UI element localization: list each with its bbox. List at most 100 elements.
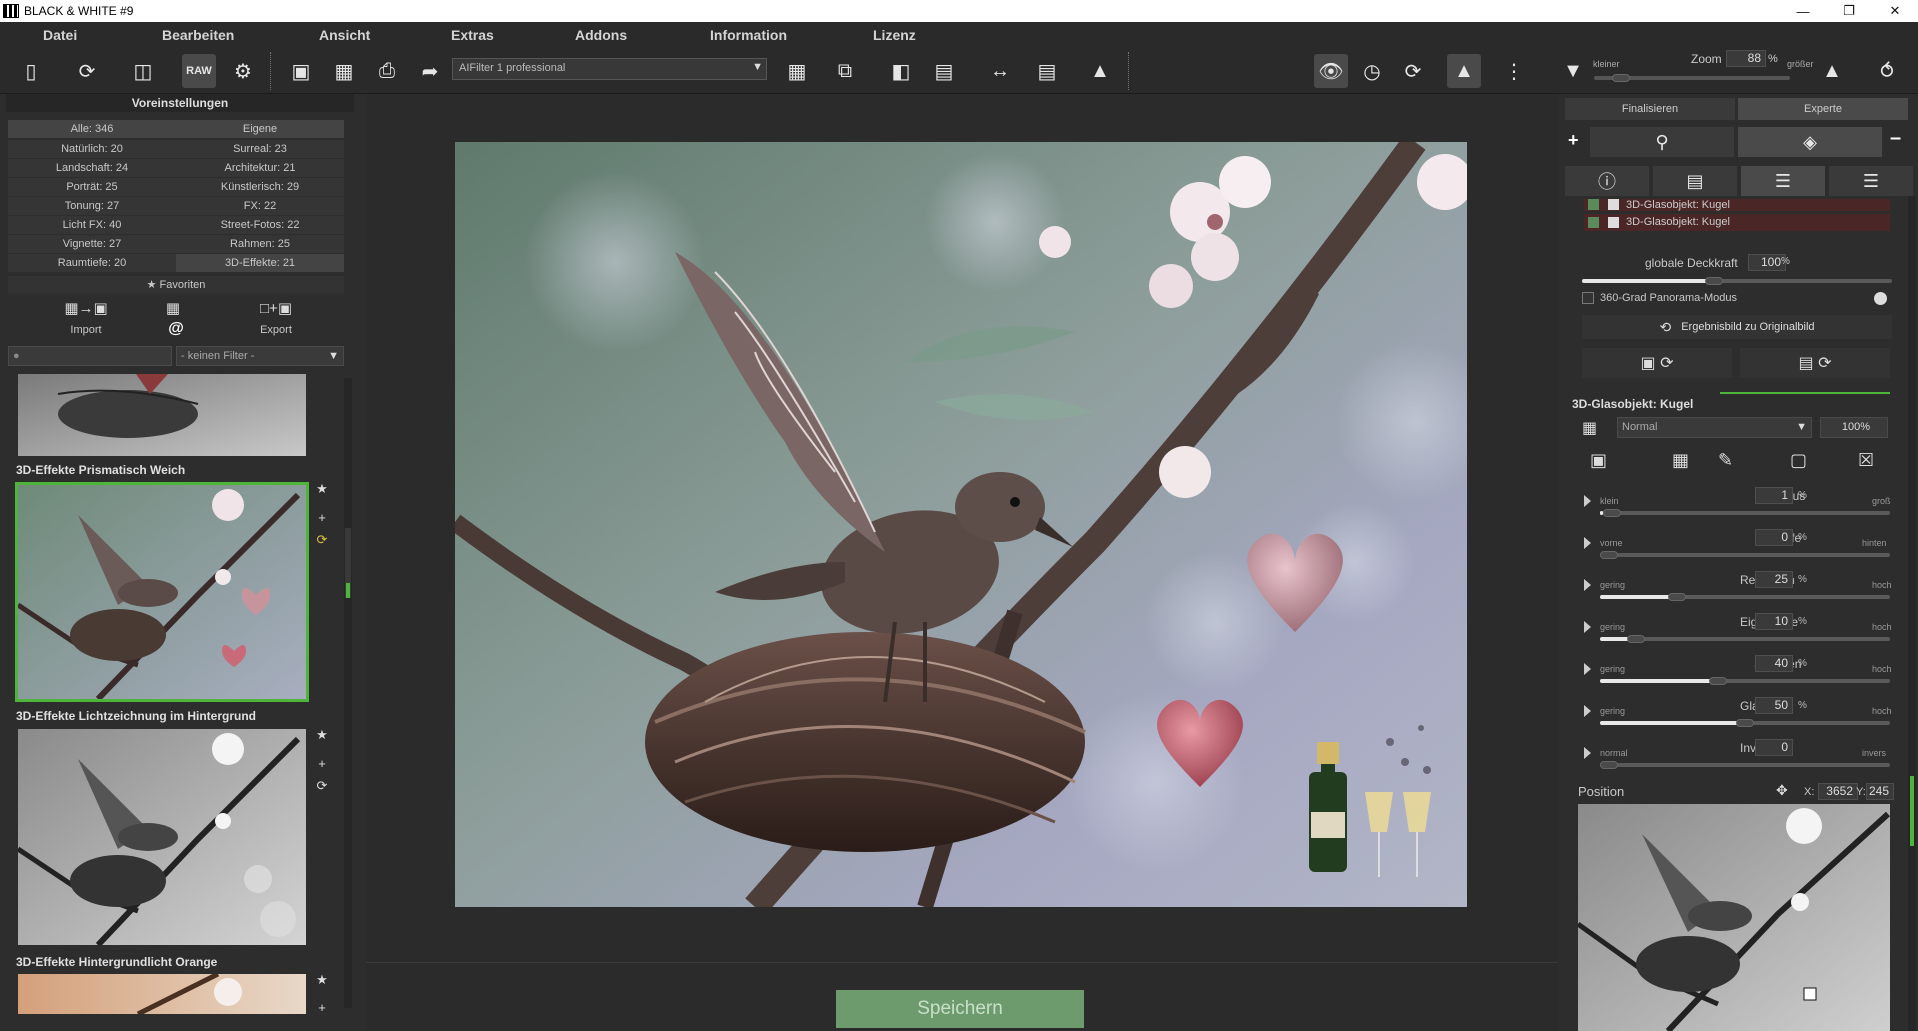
compare-icon[interactable]: ◧ — [884, 54, 918, 88]
plus-icon[interactable]: + — [314, 756, 330, 771]
param-slider-knob[interactable] — [1736, 719, 1754, 727]
edit-mask-icon[interactable]: ✎ — [1718, 450, 1733, 471]
import-icon[interactable]: ▦→▣ — [46, 299, 126, 317]
search-effect-button[interactable]: ⚲ — [1590, 127, 1734, 157]
expand-triangle-icon[interactable] — [1584, 705, 1591, 717]
category-vignette[interactable]: Vignette: 27 — [8, 235, 176, 253]
import-button[interactable]: Import — [53, 324, 119, 336]
minimize-icon[interactable]: — — [1780, 0, 1826, 22]
delete-mask-icon[interactable]: ☒ — [1858, 450, 1874, 471]
zoom-value[interactable]: 88 — [1726, 50, 1766, 67]
star-icon[interactable]: ★ — [314, 727, 330, 743]
histogram-icon[interactable]: ▲ — [1083, 54, 1117, 88]
layer-item[interactable]: 3D-Glasobjekt: Kugel — [1584, 214, 1890, 231]
tab-finalisieren[interactable]: Finalisieren — [1565, 98, 1735, 120]
param-slider-knob[interactable] — [1708, 677, 1727, 685]
category-all[interactable]: Alle: 346 — [8, 120, 176, 138]
expand-triangle-icon[interactable] — [1584, 495, 1591, 507]
preset-thumbnail[interactable] — [18, 729, 306, 945]
ai-filter-select[interactable]: AIFilter 1 professional ▼ — [452, 58, 767, 80]
main-image[interactable] — [455, 142, 1467, 907]
settings-scrollbar[interactable] — [1908, 196, 1916, 1031]
layer-visibility-checkbox[interactable] — [1588, 199, 1599, 210]
zoom-slider-knob[interactable] — [1612, 74, 1630, 82]
mask-image-icon[interactable]: ▣ — [1590, 450, 1607, 471]
panorama-radio[interactable] — [1874, 292, 1887, 305]
save-as-icon[interactable]: ▦ — [327, 54, 361, 88]
effect-type-button[interactable]: ◈ — [1738, 127, 1882, 157]
document-button[interactable]: ▤ — [1653, 166, 1737, 196]
category-architektur[interactable]: Architektur: 21 — [176, 159, 344, 177]
plus-icon[interactable]: + — [314, 510, 330, 525]
info-card-icon[interactable]: ▤ — [1030, 54, 1064, 88]
refresh-icon[interactable]: ⟳ — [314, 532, 330, 548]
export-button[interactable]: Export — [246, 324, 306, 336]
param-value[interactable]: 0 — [1755, 529, 1793, 546]
param-slider-knob[interactable] — [1668, 593, 1686, 601]
preview-eye-icon[interactable]: 👁 — [1314, 54, 1348, 88]
param-value[interactable]: 25 — [1755, 571, 1793, 588]
param-value[interactable]: 40 — [1755, 655, 1793, 672]
param-value[interactable]: 10 — [1755, 613, 1793, 630]
copy-image-right-button[interactable]: ▤ ⟳ — [1740, 348, 1890, 378]
category-raumtiefe[interactable]: Raumtiefe: 20 — [8, 254, 176, 272]
param-slider-knob[interactable] — [1600, 551, 1618, 559]
preset-thumbnail-selected[interactable] — [15, 482, 309, 702]
new-file-icon[interactable]: ▯ — [14, 54, 48, 88]
preset-search-input[interactable]: ● — [8, 346, 172, 366]
category-street-fotos[interactable]: Street-Fotos: 22 — [176, 216, 344, 234]
expand-triangle-icon[interactable] — [1584, 537, 1591, 549]
more-icon[interactable]: ⋮ — [1497, 54, 1531, 88]
category-natuerlich[interactable]: Natürlich: 20 — [8, 140, 176, 158]
param-slider-knob[interactable] — [1627, 635, 1646, 643]
param-slider-knob[interactable] — [1600, 761, 1618, 769]
menu-addons[interactable]: Addons — [575, 27, 627, 43]
category-surreal[interactable]: Surreal: 23 — [176, 140, 344, 158]
param-slider-track[interactable] — [1600, 763, 1890, 767]
print-icon[interactable]: ⎙ — [370, 54, 404, 88]
preset-thumbnail[interactable] — [18, 974, 306, 1014]
result-to-original-button[interactable]: ⟲ Ergebnisbild zu Originalbild — [1582, 315, 1892, 339]
category-eigene[interactable]: Eigene — [176, 120, 344, 138]
category-rahmen[interactable]: Rahmen: 25 — [176, 235, 344, 253]
refresh-icon[interactable]: ⟳ — [314, 778, 330, 794]
copy-image-left-button[interactable]: ▣ ⟳ — [1582, 348, 1732, 378]
favorites-button[interactable]: ★ Favoriten — [8, 276, 344, 294]
remove-layer-icon[interactable]: – — [1890, 127, 1901, 150]
menu-lizenz[interactable]: Lizenz — [873, 27, 916, 43]
zoom-out-icon[interactable]: ▼ — [1556, 54, 1590, 88]
menu-bearbeiten[interactable]: Bearbeiten — [162, 27, 234, 43]
expand-triangle-icon[interactable] — [1584, 579, 1591, 591]
plus-icon[interactable]: + — [314, 1000, 330, 1015]
category-kuenstlerisch[interactable]: Künstlerisch: 29 — [176, 178, 344, 196]
sliders-button[interactable]: ☰ — [1829, 166, 1913, 196]
category-fx[interactable]: FX: 22 — [176, 197, 344, 215]
crosshair-icon[interactable]: ✥ — [1776, 782, 1788, 799]
settings-gear-icon[interactable]: ⚙ — [226, 54, 260, 88]
crop-rotate-icon[interactable]: ⥀ — [1870, 54, 1904, 88]
param-value[interactable]: 1 — [1755, 487, 1793, 504]
category-portraet[interactable]: Porträt: 25 — [8, 178, 176, 196]
star-icon[interactable]: ★ — [314, 972, 330, 988]
param-value[interactable]: 0 — [1755, 739, 1793, 756]
category-3d-effekte[interactable]: 3D-Effekte: 21 — [176, 254, 344, 272]
opacity-slider-knob[interactable] — [1704, 277, 1723, 285]
filter-export-icon[interactable]: ⧉ — [828, 54, 862, 88]
menu-datei[interactable]: Datei — [43, 27, 77, 43]
white-mask-icon[interactable]: ▢ — [1790, 450, 1807, 471]
layer-item[interactable]: 3D-Glasobjekt: Kugel — [1584, 199, 1890, 211]
param-slider-track[interactable] — [1600, 511, 1890, 515]
position-preview[interactable] — [1578, 804, 1890, 1031]
close-icon[interactable]: ✕ — [1872, 0, 1918, 22]
grid-mask-icon[interactable]: ▦ — [1582, 418, 1597, 438]
tab-experte[interactable]: Experte — [1738, 98, 1908, 120]
history-icon[interactable]: ⟳ — [70, 54, 104, 88]
mirror-icon[interactable]: ▲ — [1447, 54, 1481, 88]
save-file-icon[interactable]: ▣ — [284, 54, 318, 88]
export-icon[interactable]: □+▣ — [246, 299, 306, 317]
email-at-icon[interactable]: @ — [166, 320, 186, 338]
redo-icon[interactable]: ⟳ — [1396, 54, 1430, 88]
timer-icon[interactable]: ◷ — [1355, 54, 1389, 88]
expand-triangle-icon[interactable] — [1584, 747, 1591, 759]
menu-ansicht[interactable]: Ansicht — [319, 27, 370, 43]
